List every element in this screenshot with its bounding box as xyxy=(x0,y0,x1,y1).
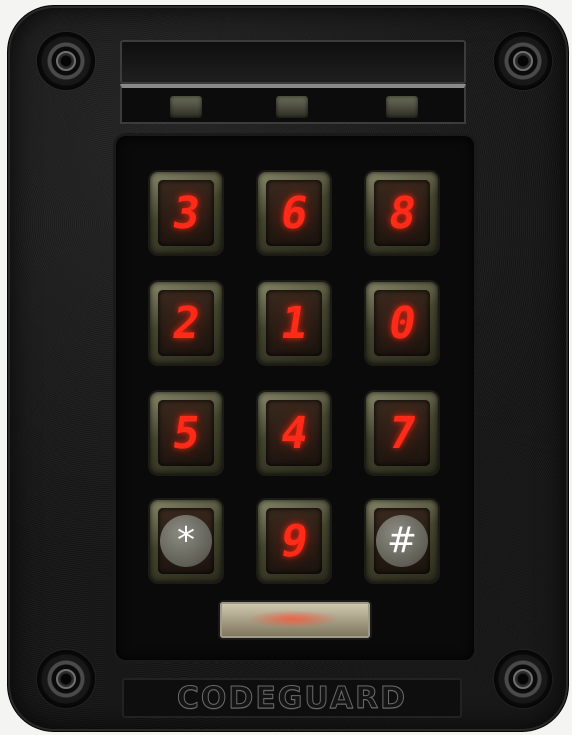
key-row1-center[interactable]: 6 xyxy=(258,172,330,254)
key-row1-right[interactable]: 8 xyxy=(366,172,438,254)
key-hash[interactable]: # xyxy=(366,500,438,582)
indicator-led-right xyxy=(386,96,418,118)
indicator-led-center xyxy=(276,96,308,118)
key-row3-center[interactable]: 4 xyxy=(258,392,330,474)
key-row2-left[interactable]: 2 xyxy=(150,282,222,364)
screw-bottom-left xyxy=(37,650,95,708)
screw-top-right xyxy=(494,32,552,90)
key-row4-center[interactable]: 9 xyxy=(258,500,330,582)
screw-bottom-right xyxy=(494,650,552,708)
screw-top-left xyxy=(37,32,95,90)
key-row2-center[interactable]: 1 xyxy=(258,282,330,364)
key-row1-left[interactable]: 3 xyxy=(150,172,222,254)
card-slot xyxy=(120,40,466,84)
indicator-led-left xyxy=(170,96,202,118)
key-star[interactable]: * xyxy=(150,500,222,582)
key-row3-right[interactable]: 7 xyxy=(366,392,438,474)
brand-plate: CODEGUARD xyxy=(122,678,462,718)
hash-symbol: # xyxy=(376,515,428,567)
brand-name: CODEGUARD xyxy=(176,680,408,716)
asterisk-symbol: * xyxy=(160,515,212,567)
status-light xyxy=(220,602,370,638)
key-row2-right[interactable]: 0 xyxy=(366,282,438,364)
key-row3-left[interactable]: 5 xyxy=(150,392,222,474)
